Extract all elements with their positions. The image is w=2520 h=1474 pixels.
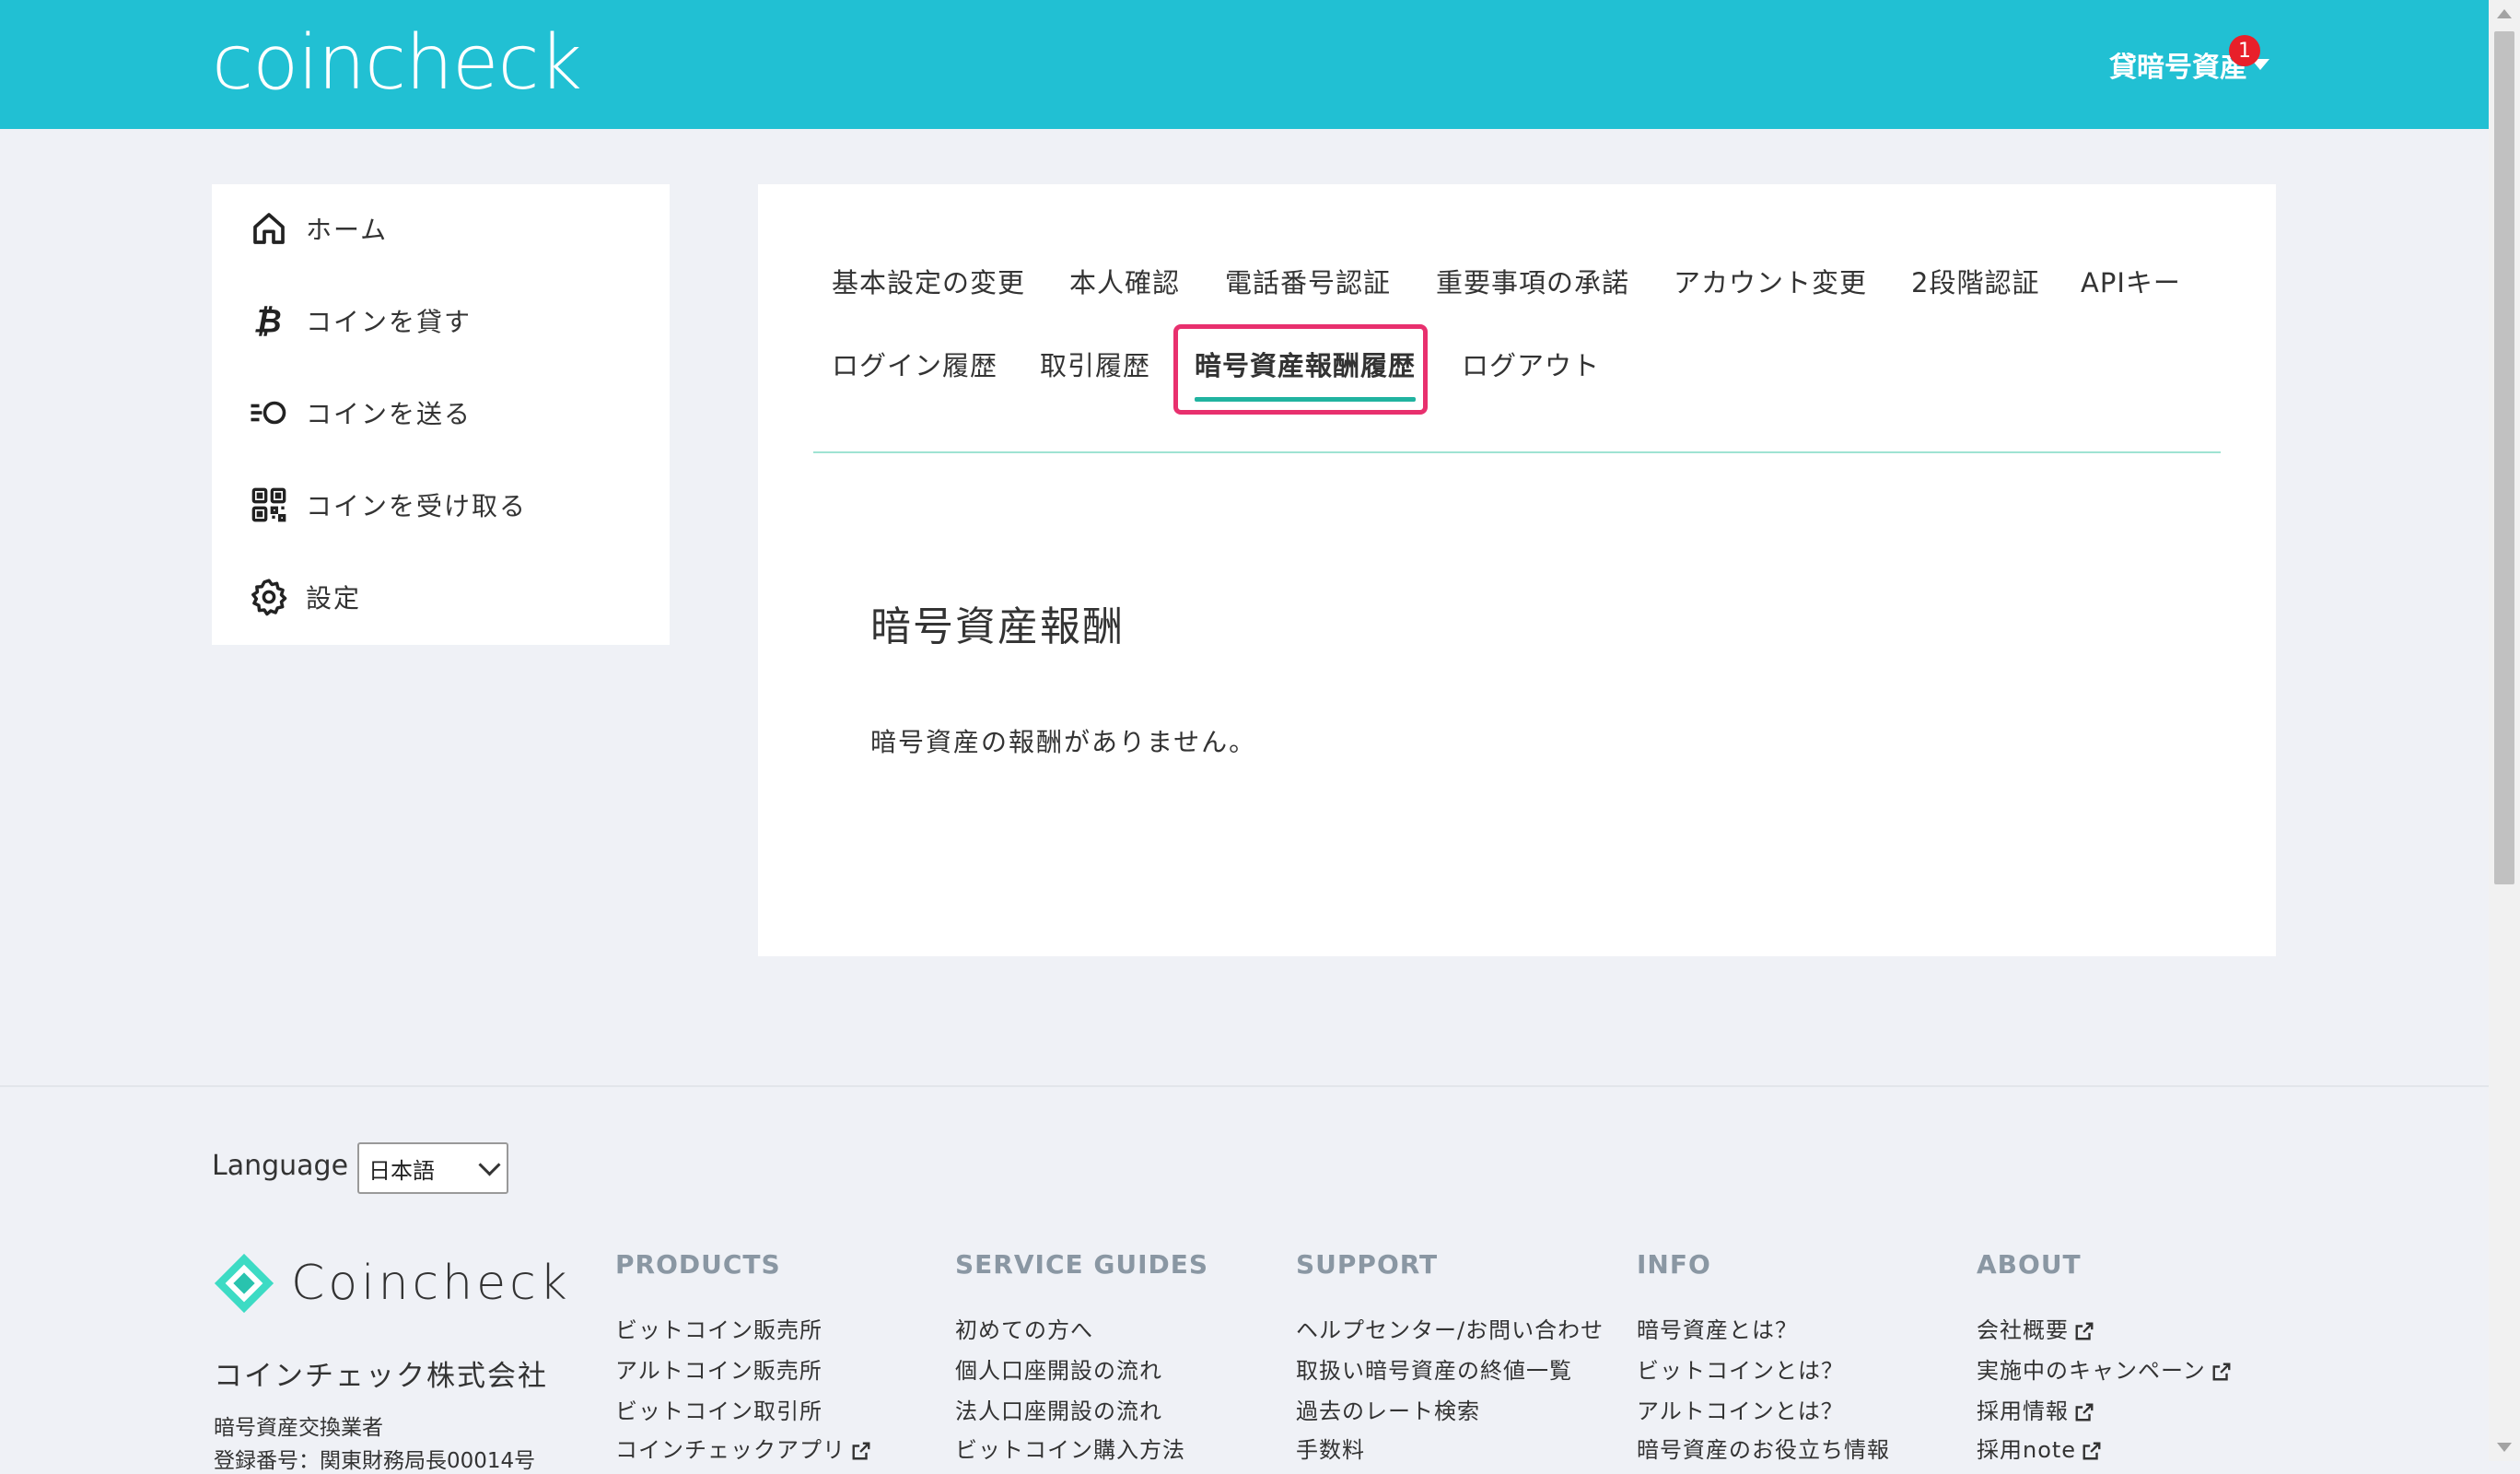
footer-link[interactable]: ビットコイン購入方法 xyxy=(955,1432,1185,1464)
footer-brand[interactable]: Coincheck xyxy=(212,1251,571,1316)
footer-link[interactable]: 初めての方へ xyxy=(955,1312,1093,1344)
active-tab-underline xyxy=(1195,397,1416,402)
footer-column-about: ABOUT 会社概要 実施中のキャンペーン 採用情報 採用note xyxy=(1977,1249,2231,1463)
external-link-icon xyxy=(852,1442,870,1460)
chevron-down-icon xyxy=(478,1153,501,1176)
footer-link[interactable]: 個人口座開設の流れ xyxy=(955,1352,1162,1385)
empty-state-message: 暗号資産の報酬がありません。 xyxy=(870,727,1257,757)
sidebar-item-label: コインを受け取る xyxy=(306,491,528,521)
tab-crypto-reward-history[interactable]: 暗号資産報酬履歴 xyxy=(1195,345,1416,383)
external-link-icon xyxy=(2075,1403,2094,1421)
external-link-icon xyxy=(2075,1322,2094,1340)
footer-link-label: コインチェックアプリ xyxy=(615,1437,846,1463)
footer-link[interactable]: 手数料 xyxy=(1296,1432,1365,1464)
send-icon xyxy=(249,392,289,433)
sidebar-item-label: コインを送る xyxy=(306,399,472,429)
footer-link[interactable]: ビットコインとは？ xyxy=(1637,1352,1844,1385)
gear-icon xyxy=(249,577,289,617)
footer-link-careers[interactable]: 採用情報 xyxy=(1977,1393,2094,1425)
footer-link-careers-note[interactable]: 採用note xyxy=(1977,1432,2102,1464)
tab-two-factor-auth[interactable]: 2段階認証 xyxy=(1911,262,2039,300)
tab-basic-settings[interactable]: 基本設定の変更 xyxy=(832,262,1025,300)
coincheck-logo[interactable]: coincheck xyxy=(212,13,582,114)
footer-column-title: SERVICE GUIDES xyxy=(955,1249,1209,1280)
page-title: 暗号資産報酬 xyxy=(870,603,1125,650)
registration-line-1: 暗号資産交換業者 xyxy=(214,1416,383,1440)
footer-brand-name: Coincheck xyxy=(291,1256,571,1311)
footer-link-app[interactable]: コインチェックアプリ xyxy=(615,1432,871,1464)
footer-column-support: SUPPORT ヘルプセンター/お問い合わせ 取扱い暗号資産の終値一覧 過去のレ… xyxy=(1296,1249,1603,1463)
footer-column-title: SUPPORT xyxy=(1296,1249,1439,1280)
footer-column-title: PRODUCTS xyxy=(615,1249,781,1280)
sidebar-item-lend[interactable]: ₿ コインを貸す xyxy=(249,293,472,348)
footer-link-company[interactable]: 会社概要 xyxy=(1977,1312,2094,1344)
footer-link[interactable]: ヘルプセンター/お問い合わせ xyxy=(1296,1312,1604,1344)
footer-link[interactable]: 過去のレート検索 xyxy=(1296,1393,1480,1425)
account-menu-label: 貸暗号資産 xyxy=(2109,52,2247,84)
footer-link[interactable]: アルトコインとは？ xyxy=(1637,1393,1844,1425)
sidebar-item-label: コインを貸す xyxy=(306,307,472,337)
footer-column-products: PRODUCTS ビットコイン販売所 アルトコイン販売所 ビットコイン取引所 コ… xyxy=(615,1249,870,1463)
sidebar-item-send[interactable]: コインを送る xyxy=(249,385,472,440)
language-label: Language xyxy=(212,1150,349,1182)
tab-identity-verification[interactable]: 本人確認 xyxy=(1069,262,1180,300)
coincheck-diamond-logo-icon xyxy=(214,1253,274,1314)
footer-link[interactable]: ビットコイン取引所 xyxy=(615,1393,822,1425)
top-header: coincheck 貸暗号資産 1 xyxy=(0,0,2489,129)
tab-phone-verification[interactable]: 電話番号認証 xyxy=(1225,262,1391,300)
sidebar-item-settings[interactable]: 設定 xyxy=(249,569,361,625)
tab-important-terms[interactable]: 重要事項の承諾 xyxy=(1436,262,1629,300)
qr-code-icon xyxy=(249,485,289,525)
footer-link[interactable]: 取扱い暗号資産の終値一覧 xyxy=(1296,1352,1572,1385)
sidebar-item-receive[interactable]: コインを受け取る xyxy=(249,477,527,532)
tab-api-key[interactable]: APIキー xyxy=(2081,262,2181,300)
tabs-divider xyxy=(813,451,2221,453)
footer-column-service-guides: SERVICE GUIDES 初めての方へ 個人口座開設の流れ 法人口座開設の流… xyxy=(955,1249,1209,1463)
sidebar-item-label: ホーム xyxy=(306,215,389,245)
external-link-icon xyxy=(2082,1442,2101,1460)
company-name: コインチェック株式会社 xyxy=(214,1360,548,1393)
footer-link-campaign[interactable]: 実施中のキャンペーン xyxy=(1977,1352,2232,1385)
tab-account-change[interactable]: アカウント変更 xyxy=(1674,262,1867,300)
account-menu[interactable]: 貸暗号資産 1 xyxy=(2109,35,2269,88)
tab-trade-history[interactable]: 取引履歴 xyxy=(1040,345,1150,383)
scrollbar-thumb[interactable] xyxy=(2494,31,2514,884)
page-scrollbar[interactable] xyxy=(2489,0,2520,1461)
svg-text:₿: ₿ xyxy=(253,304,285,339)
external-link-icon xyxy=(2212,1363,2231,1381)
tab-logout[interactable]: ログアウト xyxy=(1462,345,1600,383)
footer-column-title: ABOUT xyxy=(1977,1249,2082,1280)
footer-link-label: 採用情報 xyxy=(1977,1398,2069,1424)
footer-link[interactable]: アルトコイン販売所 xyxy=(615,1352,822,1385)
scroll-up-arrow-icon[interactable] xyxy=(2497,9,2512,18)
sidebar-item-home[interactable]: ホーム xyxy=(249,201,388,256)
home-icon xyxy=(249,208,289,249)
sidebar: ホーム ₿ コインを貸す コインを送る コインを受け取る 設定 xyxy=(212,184,670,645)
footer-column-info: INFO 暗号資産とは？ ビットコインとは？ アルトコインとは？ 暗号資産のお役… xyxy=(1637,1249,1889,1463)
language-select[interactable]: 日本語 xyxy=(357,1142,508,1194)
footer-link[interactable]: 暗号資産のお役立ち情報 xyxy=(1637,1432,1890,1464)
footer-link[interactable]: 暗号資産とは？ xyxy=(1637,1312,1798,1344)
footer-divider xyxy=(0,1085,2489,1087)
language-select-value: 日本語 xyxy=(368,1157,435,1184)
bitcoin-icon: ₿ xyxy=(249,300,289,341)
registration-line-2: 登録番号：関東財務局長00014号 xyxy=(214,1449,536,1473)
tab-login-history[interactable]: ログイン履歴 xyxy=(832,345,998,383)
footer-column-title: INFO xyxy=(1637,1249,1711,1280)
settings-panel: 基本設定の変更 本人確認 電話番号認証 重要事項の承諾 アカウント変更 2段階認… xyxy=(758,184,2276,956)
notification-badge: 1 xyxy=(2229,35,2260,66)
footer-link-label: 採用note xyxy=(1977,1437,2077,1463)
footer-link-label: 実施中のキャンペーン xyxy=(1977,1358,2206,1384)
footer-link[interactable]: ビットコイン販売所 xyxy=(615,1312,822,1344)
footer-link-label: 会社概要 xyxy=(1977,1317,2069,1343)
scroll-down-arrow-icon[interactable] xyxy=(2497,1443,2512,1452)
sidebar-item-label: 設定 xyxy=(306,583,362,614)
footer-link[interactable]: 法人口座開設の流れ xyxy=(955,1393,1162,1425)
